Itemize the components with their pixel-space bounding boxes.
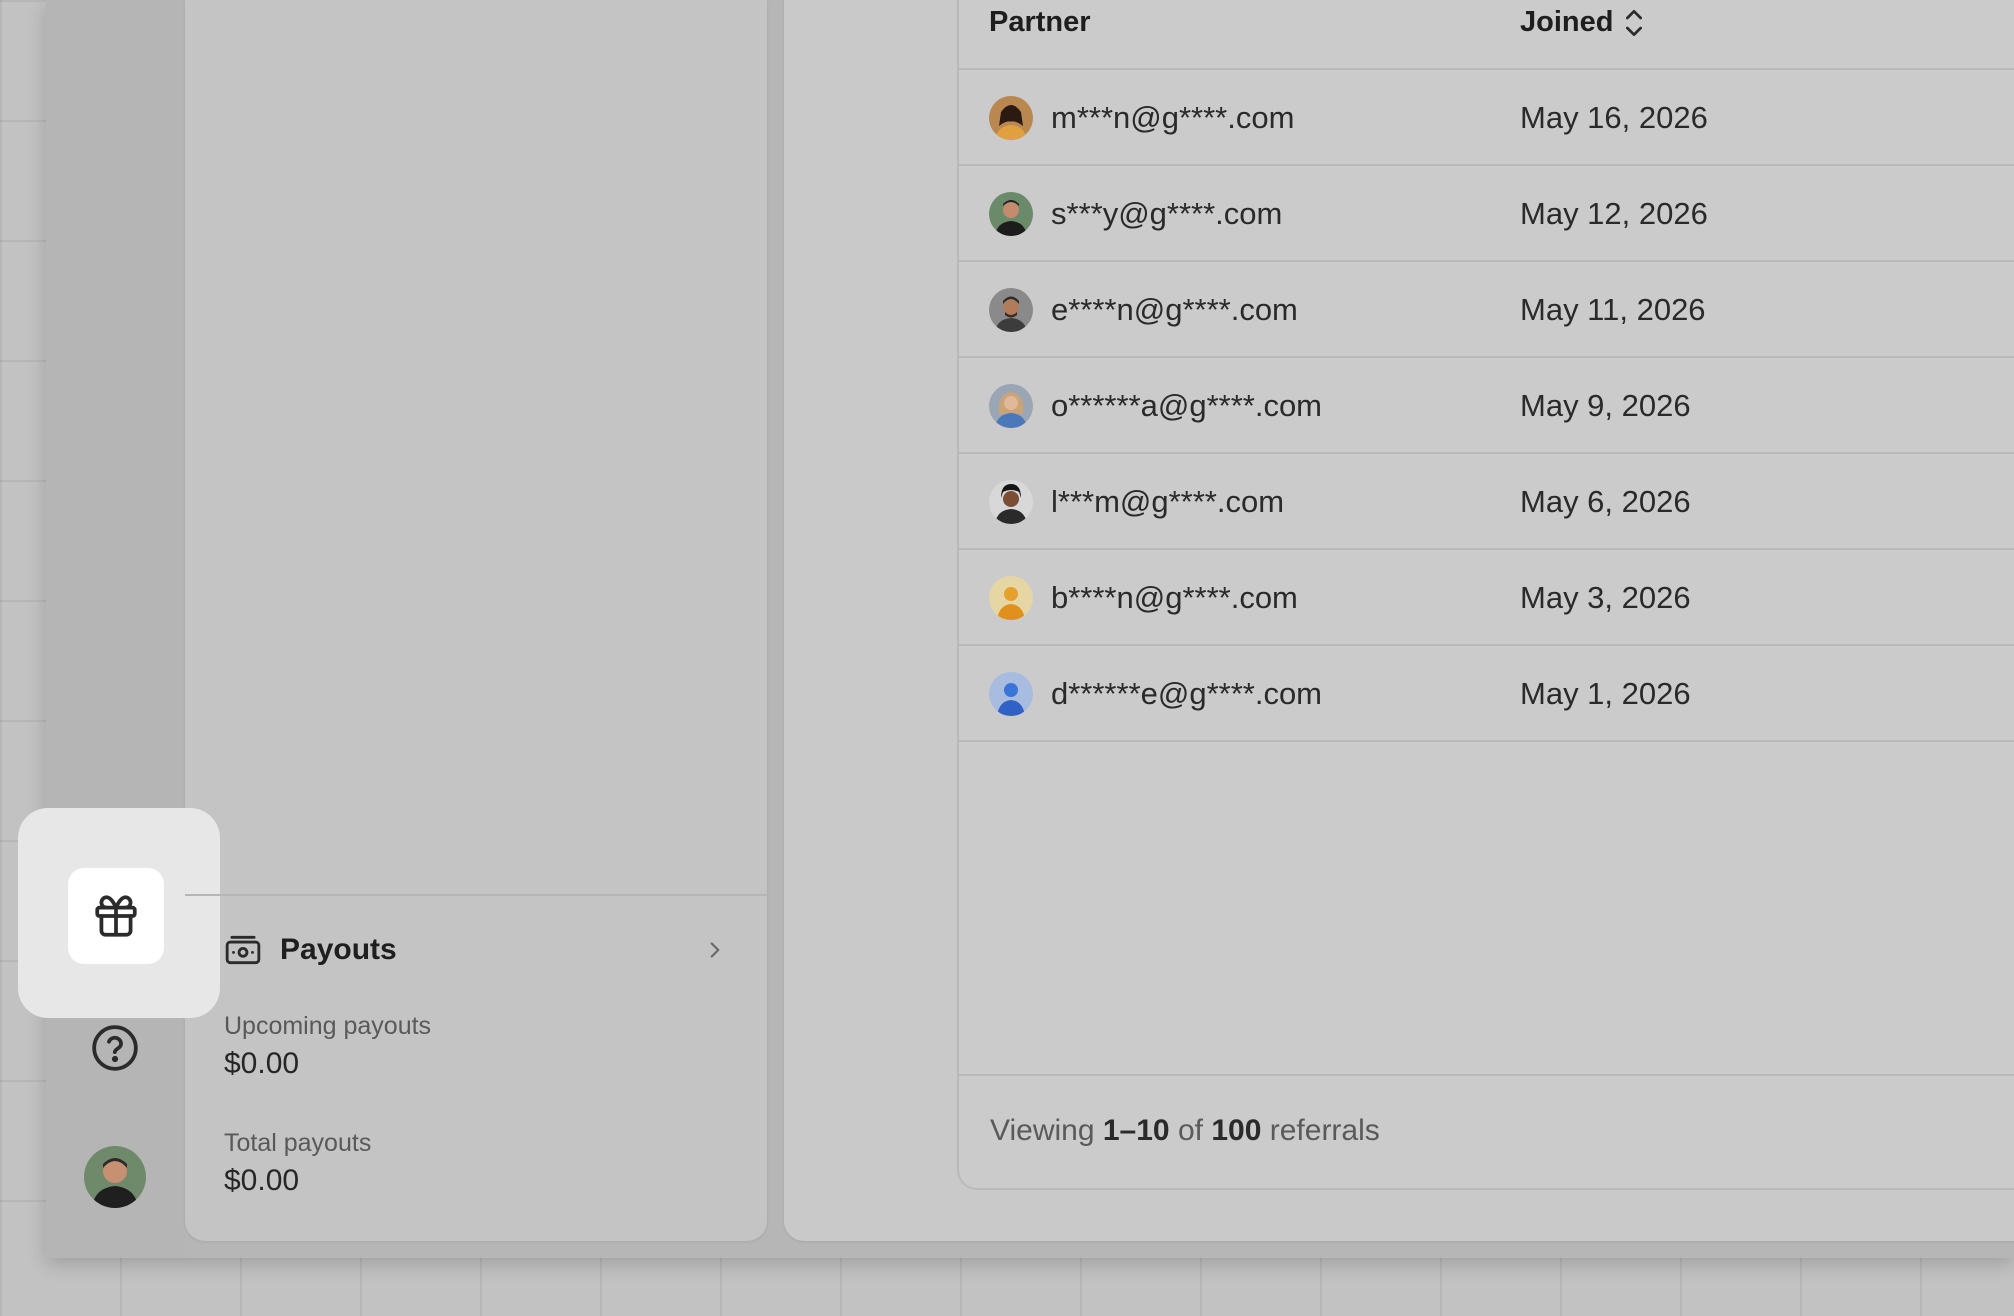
partner-avatar: [989, 480, 1033, 524]
total-payouts-value: $0.00: [224, 1164, 300, 1197]
column-header-partner: Partner: [989, 6, 1091, 38]
banknote-icon: [225, 935, 261, 965]
sort-icon: [1626, 9, 1643, 36]
partner-email: d******e@g****.com: [1051, 676, 1323, 711]
total-payouts: Total payouts $0.00: [224, 1129, 371, 1198]
partner-avatar: [989, 288, 1033, 332]
total-payouts-label: Total payouts: [224, 1129, 372, 1157]
table-row[interactable]: l***m@g****.com May 6, 2026: [957, 454, 2014, 550]
user-avatar[interactable]: [84, 1146, 146, 1208]
partner-email: b****n@g****.com: [1051, 580, 1298, 615]
table-footer-divider: [957, 1074, 2014, 1076]
table-row[interactable]: o******a@g****.com May 9, 2026: [957, 358, 2014, 454]
user-avatar-image: [84, 1146, 146, 1208]
table-row[interactable]: b****n@g****.com May 3, 2026: [957, 550, 2014, 646]
pagination-summary: Viewing 1–10 of 100 referrals: [990, 1114, 1380, 1147]
joined-date: May 11, 2026: [1520, 292, 1706, 327]
upcoming-payouts-label: Upcoming payouts: [224, 1012, 432, 1040]
partner-avatar: [989, 192, 1033, 236]
joined-date: May 1, 2026: [1520, 676, 1691, 711]
gift-button[interactable]: [68, 868, 164, 964]
upcoming-payouts: Upcoming payouts $0.00: [224, 1012, 431, 1081]
joined-date: May 6, 2026: [1520, 484, 1691, 519]
table-row[interactable]: d******e@g****.com May 1, 2026: [957, 646, 2014, 742]
upcoming-payouts-value: $0.00: [224, 1047, 300, 1080]
column-header-joined[interactable]: Joined: [1520, 6, 1645, 39]
help-button[interactable]: [88, 1021, 142, 1075]
partner-email: l***m@g****.com: [1051, 484, 1285, 519]
table-row[interactable]: m***n@g****.com May 16, 2026: [957, 70, 2014, 166]
partner-email: o******a@g****.com: [1051, 388, 1323, 423]
help-circle-icon: [92, 1025, 138, 1071]
table-header: Partner Joined: [957, 0, 2014, 70]
joined-date: May 16, 2026: [1520, 100, 1708, 135]
chevron-right-icon: [702, 937, 728, 963]
payouts-divider: [185, 894, 767, 896]
partner-avatar: [989, 576, 1033, 620]
payouts-link[interactable]: Payouts: [224, 926, 728, 974]
gift-icon: [95, 895, 137, 937]
joined-date: May 12, 2026: [1520, 196, 1708, 231]
payouts-title: Payouts: [280, 933, 397, 966]
partner-email: s***y@g****.com: [1051, 196, 1283, 231]
joined-date: May 3, 2026: [1520, 580, 1691, 615]
partner-email: e****n@g****.com: [1051, 292, 1298, 327]
table-row[interactable]: e****n@g****.com May 11, 2026: [957, 262, 2014, 358]
partner-email: m***n@g****.com: [1051, 100, 1295, 135]
partner-avatar: [989, 672, 1033, 716]
table-row[interactable]: s***y@g****.com May 12, 2026: [957, 166, 2014, 262]
joined-date: May 9, 2026: [1520, 388, 1691, 423]
partner-avatar: [989, 96, 1033, 140]
partner-avatar: [989, 384, 1033, 428]
